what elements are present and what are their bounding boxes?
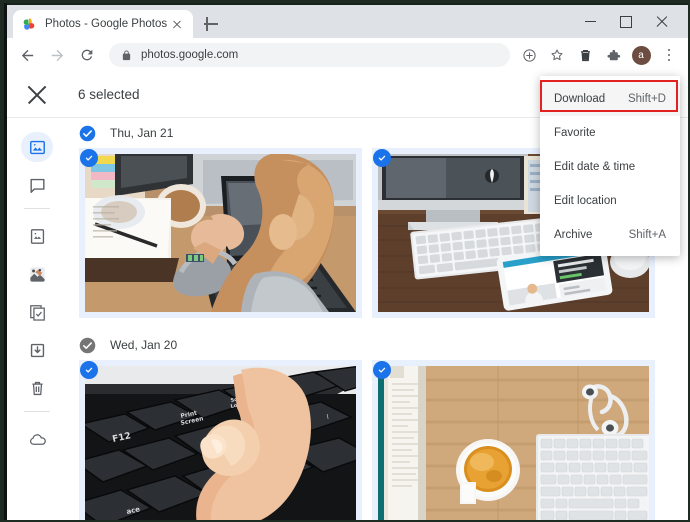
selection-count-label: 6 selected	[78, 87, 140, 102]
trash-icon[interactable]	[572, 42, 598, 68]
photo-keyboard-printscreen[interactable]: F12 Print Screen Scroll Lock Pause Page …	[79, 360, 362, 520]
sidebar-item-sharing[interactable]	[7, 170, 67, 200]
photos-icon	[28, 138, 47, 157]
sidebar-divider-2	[24, 411, 50, 412]
date-label: Wed, Jan 20	[110, 338, 178, 352]
photo-select-check-icon[interactable]	[80, 149, 98, 167]
back-button[interactable]	[13, 41, 41, 69]
forward-button[interactable]	[43, 41, 71, 69]
date-select-checkbox[interactable]	[79, 125, 96, 142]
menu-item-shortcut: Shift+A	[628, 229, 666, 241]
trash-bin-icon	[28, 379, 47, 398]
maximize-button[interactable]	[608, 5, 644, 38]
close-selection-icon[interactable]	[26, 84, 48, 106]
address-bar-url: photos.google.com	[141, 49, 239, 61]
three-dot-glyph	[667, 48, 671, 62]
profile-avatar[interactable]: a	[628, 42, 654, 68]
menu-item-label: Archive	[554, 229, 593, 241]
menu-item-label: Edit date & time	[554, 161, 636, 173]
browser-tab[interactable]: Photos - Google Photos	[13, 10, 193, 38]
sidebar-item-archive[interactable]	[7, 335, 67, 365]
extensions-puzzle-icon[interactable]	[600, 42, 626, 68]
sidebar-item-explore[interactable]	[7, 259, 67, 289]
install-app-icon[interactable]	[516, 42, 542, 68]
sidebar-item-utilities[interactable]	[7, 297, 67, 327]
photo-select-check-icon[interactable]	[373, 149, 391, 167]
lock-icon	[122, 49, 131, 60]
minimize-icon	[584, 20, 596, 23]
library-book-icon	[28, 227, 47, 246]
photo-select-check-icon[interactable]	[373, 361, 391, 379]
app-sidebar	[7, 118, 67, 520]
photo-select-check-icon[interactable]	[80, 361, 98, 379]
new-tab-button[interactable]	[200, 13, 222, 35]
menu-item-edit-location[interactable]: Edit location	[540, 184, 680, 218]
menu-item-edit-date-time[interactable]: Edit date & time	[540, 150, 680, 184]
close-icon	[656, 16, 668, 28]
address-bar[interactable]: photos.google.com	[109, 43, 510, 67]
date-header-row: Wed, Jan 20	[67, 330, 688, 360]
avatar-letter: a	[631, 45, 651, 65]
menu-item-favorite[interactable]: Favorite	[540, 116, 680, 150]
back-arrow-icon	[21, 49, 33, 61]
google-photos-favicon	[21, 16, 37, 32]
chat-bubble-icon	[28, 176, 47, 195]
browser-toolbar: photos.google.com a	[7, 38, 688, 72]
browser-window: Photos - Google Photos photos.google.com	[4, 3, 688, 520]
reload-icon	[81, 49, 93, 61]
menu-item-download[interactable]: Download Shift+D	[540, 82, 680, 116]
close-window-button[interactable]	[644, 5, 680, 38]
menu-item-label: Download	[554, 93, 606, 105]
sidebar-divider-1	[24, 208, 50, 209]
tab-strip: Photos - Google Photos	[7, 3, 688, 38]
date-label: Thu, Jan 21	[110, 126, 174, 140]
menu-item-label: Favorite	[554, 127, 596, 139]
tab-title: Photos - Google Photos	[45, 18, 168, 30]
menu-item-archive[interactable]: Archive Shift+A	[540, 218, 680, 252]
chrome-menu-icon[interactable]	[656, 42, 682, 68]
photo-thumbnail: F12 Print Screen Scroll Lock Pause Page …	[85, 366, 356, 520]
bookmark-star-icon[interactable]	[544, 42, 570, 68]
menu-item-shortcut: Shift+D	[627, 93, 666, 105]
photo-thumbnail	[85, 154, 356, 312]
sidebar-item-photos[interactable]	[7, 132, 67, 162]
date-select-checkbox[interactable]	[79, 337, 96, 354]
sidebar-item-trash[interactable]	[7, 373, 67, 403]
explore-color-icon	[28, 265, 47, 284]
photo-phone-desk[interactable]	[79, 148, 362, 318]
archive-box-icon	[28, 341, 47, 360]
selection-actions-menu: Download Shift+D Favorite Edit date & ti…	[540, 76, 680, 256]
cloud-icon	[28, 430, 47, 449]
forward-arrow-icon	[51, 49, 63, 61]
checked-pages-icon	[28, 303, 47, 322]
photo-book-coffee-keyboard[interactable]	[372, 360, 655, 520]
sidebar-item-storage[interactable]	[7, 424, 67, 454]
tab-close-icon[interactable]	[169, 16, 185, 32]
sidebar-item-library[interactable]	[7, 221, 67, 251]
web-page: 6 selected Thu, Jan 21 Wed, Jan 20 F12 P…	[7, 72, 688, 520]
photo-thumbnail	[378, 366, 649, 520]
toolbar-icon-group: a	[516, 42, 682, 68]
minimize-button[interactable]	[572, 5, 608, 38]
photo-row-2: F12 Print Screen Scroll Lock Pause Page …	[67, 360, 688, 520]
window-controls	[572, 5, 680, 38]
reload-button[interactable]	[73, 41, 101, 69]
maximize-icon	[620, 15, 632, 28]
menu-item-label: Edit location	[554, 195, 617, 207]
